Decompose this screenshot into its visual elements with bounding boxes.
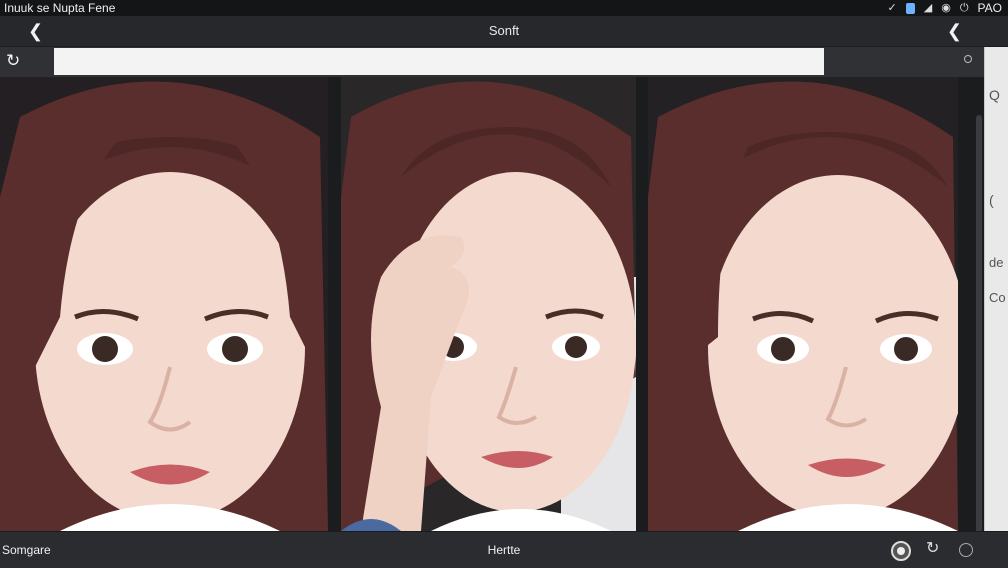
search-input[interactable] <box>54 48 824 75</box>
check-icon: ✓ <box>887 2 897 14</box>
power-icon: ⏻ <box>959 2 969 14</box>
bottom-center-label[interactable]: Hertte <box>0 543 1008 557</box>
signal-icon: ◢ <box>923 2 933 14</box>
portrait-image <box>648 77 958 531</box>
status-right-text: PAO <box>977 1 1002 15</box>
title-bar: ❮ Sonft ❮ <box>0 16 1008 47</box>
wifi-icon: ◉ <box>941 2 951 14</box>
photo-thumbnail[interactable] <box>341 77 636 531</box>
side-letter: Q <box>989 87 1000 103</box>
chevron-left-icon[interactable]: ❮ <box>947 21 962 42</box>
side-letter: de <box>989 255 1004 270</box>
side-letter: Co <box>989 290 1006 305</box>
photo-gallery <box>0 77 984 531</box>
side-letter: ( <box>989 192 994 208</box>
side-panel: Q ( de Co <box>984 47 1008 540</box>
search-row: ↻ <box>0 47 984 77</box>
record-icon[interactable] <box>891 541 911 561</box>
refresh-icon[interactable]: ↻ <box>6 51 20 71</box>
status-dot-icon <box>964 55 972 63</box>
scrollbar[interactable] <box>976 115 982 535</box>
bottom-bar: Somgare Hertte ↻ <box>0 531 1008 568</box>
status-bar: Inuuk se Nupta Fene ✓ ◢ ◉ ⏻ PAO <box>0 0 1008 16</box>
photo-thumbnail[interactable] <box>0 77 328 531</box>
rotate-icon[interactable]: ↻ <box>926 538 942 557</box>
status-icons: ✓ ◢ ◉ ⏻ PAO <box>888 0 1002 16</box>
portrait-image <box>0 77 328 531</box>
page-title: Sonft <box>488 23 520 38</box>
photo-thumbnail[interactable] <box>648 77 958 531</box>
status-text: Inuuk se Nupta Fene <box>4 1 116 15</box>
portrait-image <box>341 77 636 531</box>
battery-icon <box>905 2 915 14</box>
circle-icon[interactable] <box>959 543 973 557</box>
